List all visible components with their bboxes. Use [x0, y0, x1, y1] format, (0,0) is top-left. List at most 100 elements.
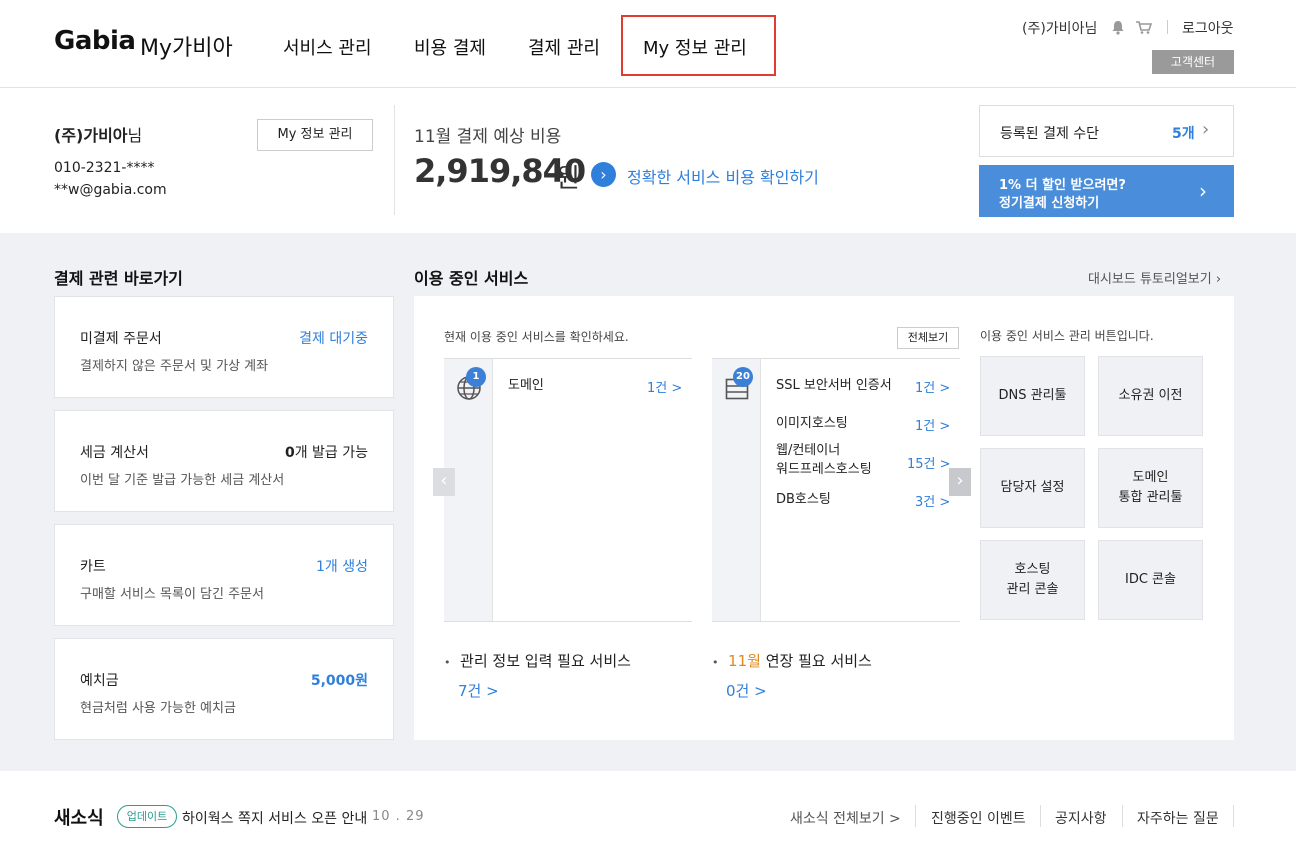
- news-divider: [1040, 805, 1041, 827]
- tool-label-line1: DNS 관리툴: [998, 388, 1067, 403]
- all-news-link[interactable]: 새소식 전체보기 >: [790, 808, 901, 828]
- cost-check-link[interactable]: 정확한 서비스 비용 확인하기: [627, 164, 819, 188]
- contact-settings-button[interactable]: 담당자 설정: [980, 448, 1085, 528]
- tool-label: DNS 관리툴: [999, 386, 1067, 406]
- my-gabia-logo[interactable]: My가비아: [140, 30, 233, 62]
- news-divider: [1122, 805, 1123, 827]
- domain-integrated-tool-button[interactable]: 도메인 통합 관리툴: [1098, 448, 1203, 528]
- company-name: (주)가비아님: [54, 122, 142, 146]
- need-info-label: • 관리 정보 입력 필요 서비스: [444, 650, 631, 671]
- dns-tool-button[interactable]: DNS 관리툴: [980, 356, 1085, 436]
- card-title: 세금 계산서: [80, 445, 149, 461]
- faq-link[interactable]: 자주하는 질문: [1137, 808, 1219, 828]
- services-title: 이용 중인 서비스: [414, 269, 529, 288]
- news-headline[interactable]: 하이웍스 쪽지 서비스 오픈 안내: [182, 808, 367, 828]
- user-name: (주)가비아님: [1022, 21, 1098, 37]
- card-title: 미결제 주문서: [80, 331, 162, 347]
- top-header: Gabia My가비아 서비스 관리 비용 결제 결제 관리 My 정보 관리 …: [0, 0, 1296, 88]
- bullet-icon: •: [444, 656, 451, 669]
- ssl-count-link[interactable]: 1건 >: [915, 377, 950, 396]
- email-address: **w@gabia.com: [54, 182, 167, 198]
- tool-label: 호스팅관리 콘솔: [1007, 560, 1059, 600]
- web-container-count-link[interactable]: 15건 >: [907, 453, 951, 472]
- image-hosting-count-link[interactable]: 1건 >: [915, 415, 950, 434]
- db-hosting-label[interactable]: DB호스팅: [776, 490, 831, 509]
- bullet-icon: •: [712, 656, 719, 669]
- estimate-label: 11월 결제 예상 비용: [414, 127, 562, 147]
- view-all-button[interactable]: 전체보기: [897, 327, 959, 349]
- phone-number: 010-2321-****: [54, 160, 155, 176]
- ownership-transfer-button[interactable]: 소유권 이전: [1098, 356, 1203, 436]
- need-info-text: 관리 정보 입력 필요 서비스: [460, 652, 631, 670]
- update-badge: 업데이트: [117, 805, 177, 828]
- chevron-right-icon: ›: [1199, 179, 1207, 203]
- tools-hint: 이용 중인 서비스 관리 버튼입니다.: [980, 329, 1154, 343]
- cart-icon[interactable]: [1135, 21, 1152, 34]
- auto-payment-promo-button[interactable]: 1% 더 할인 받으려면? 정기결제 신청하기 ›: [979, 165, 1234, 217]
- idc-console-button[interactable]: IDC 콘솔: [1098, 540, 1203, 620]
- payment-methods-box[interactable]: 등록된 결제 수단 5개 ›: [979, 105, 1234, 157]
- renew-text: 연장 필요 서비스: [760, 652, 872, 670]
- web-container-label[interactable]: 웹/컨테이너 워드프레스호스팅: [776, 441, 872, 479]
- image-hosting-label[interactable]: 이미지호스팅: [776, 414, 848, 433]
- events-link[interactable]: 진행중인 이벤트: [931, 808, 1026, 828]
- services-hint: 현재 이용 중인 서비스를 확인하세요.: [444, 330, 629, 344]
- customer-center-button[interactable]: 고객센터: [1152, 50, 1234, 74]
- card-desc: 구매할 서비스 목록이 담긴 주문서: [80, 587, 264, 602]
- gabia-logo[interactable]: Gabia: [54, 26, 136, 56]
- renew-label: • 11월 연장 필요 서비스: [712, 650, 872, 671]
- domain-label[interactable]: 도메인: [508, 376, 544, 395]
- news-divider: [1233, 805, 1234, 827]
- tutorial-link-text: 대시보드 튜토리얼보기: [1088, 272, 1212, 287]
- shortcut-card-cart[interactable]: 카트 1개 생성 구매할 서비스 목록이 담긴 주문서: [54, 524, 394, 626]
- need-info-count-link[interactable]: 7건 >: [458, 680, 499, 701]
- hosting-console-button[interactable]: 호스팅관리 콘솔: [980, 540, 1085, 620]
- chevron-right-icon: ›: [1202, 119, 1210, 140]
- tool-label-line1: 도메인: [1132, 470, 1169, 485]
- estimate-unit: 원: [556, 164, 580, 194]
- card-status: 1개 생성: [316, 559, 368, 575]
- card-status: 5,000원: [310, 673, 368, 689]
- my-info-button[interactable]: My 정보 관리: [257, 119, 373, 151]
- news-divider: [915, 805, 916, 827]
- nav-service-management[interactable]: 서비스 관리: [283, 34, 372, 60]
- card-status: 결제 대기중: [299, 331, 368, 347]
- tool-label-line2: 관리 콘솔: [1006, 582, 1059, 597]
- web-container-line1: 웹/컨테이너: [776, 443, 841, 458]
- bell-icon[interactable]: [1111, 20, 1125, 35]
- tool-label-line1: 담당자 설정: [1000, 480, 1065, 495]
- news-title: 새소식: [54, 808, 104, 829]
- chevron-right-circle-icon[interactable]: ›: [591, 162, 616, 187]
- tool-label: 담당자 설정: [1001, 478, 1065, 498]
- card-status: 0개 발급 가능: [285, 442, 368, 462]
- active-nav-highlight: [621, 15, 776, 76]
- nav-cost-payment[interactable]: 비용 결제: [414, 34, 486, 60]
- company-name-text: (주)가비아: [54, 126, 128, 145]
- card-title: 카트: [80, 559, 106, 575]
- ssl-label[interactable]: SSL 보안서버 인증서: [776, 376, 892, 395]
- shortcut-card-tax-invoice[interactable]: 세금 계산서 0개 발급 가능 이번 달 기준 발급 가능한 세금 계산서: [54, 410, 394, 512]
- domain-count-link[interactable]: 1건 >: [647, 377, 682, 396]
- db-hosting-count-link[interactable]: 3건 >: [915, 491, 950, 510]
- renew-count-link[interactable]: 0건 >: [726, 680, 767, 701]
- invoice-status-text: 개 발급 가능: [294, 445, 368, 461]
- chevron-left-icon[interactable]: ‹: [433, 468, 455, 496]
- card-title: 예치금: [80, 673, 119, 689]
- logout-link[interactable]: 로그아웃: [1182, 18, 1234, 38]
- tool-label-line1: 호스팅: [1014, 562, 1051, 577]
- notice-link[interactable]: 공지사항: [1055, 808, 1107, 828]
- shortcut-card-unpaid[interactable]: 미결제 주문서 결제 대기중 결제하지 않은 주문서 및 가상 계좌: [54, 296, 394, 398]
- honorific: 님: [127, 126, 143, 145]
- summary-divider: [394, 105, 395, 215]
- hosting-service-column: [712, 358, 960, 622]
- shortcut-card-deposit[interactable]: 예치금 5,000원 현금처럼 사용 가능한 예치금: [54, 638, 394, 740]
- chevron-right-icon[interactable]: ›: [949, 468, 971, 496]
- hosting-count-badge: 20: [733, 367, 753, 387]
- card-desc: 현금처럼 사용 가능한 예치금: [80, 701, 236, 716]
- news-date: 10 . 29: [372, 809, 425, 824]
- nav-payment-management[interactable]: 결제 관리: [528, 34, 600, 60]
- tool-label-line1: IDC 콘솔: [1125, 572, 1176, 587]
- shortcuts-title: 결제 관련 바로가기: [54, 269, 183, 288]
- invoice-count: 0: [284, 445, 295, 461]
- dashboard-tutorial-link[interactable]: 대시보드 튜토리얼보기 ›: [1088, 268, 1221, 287]
